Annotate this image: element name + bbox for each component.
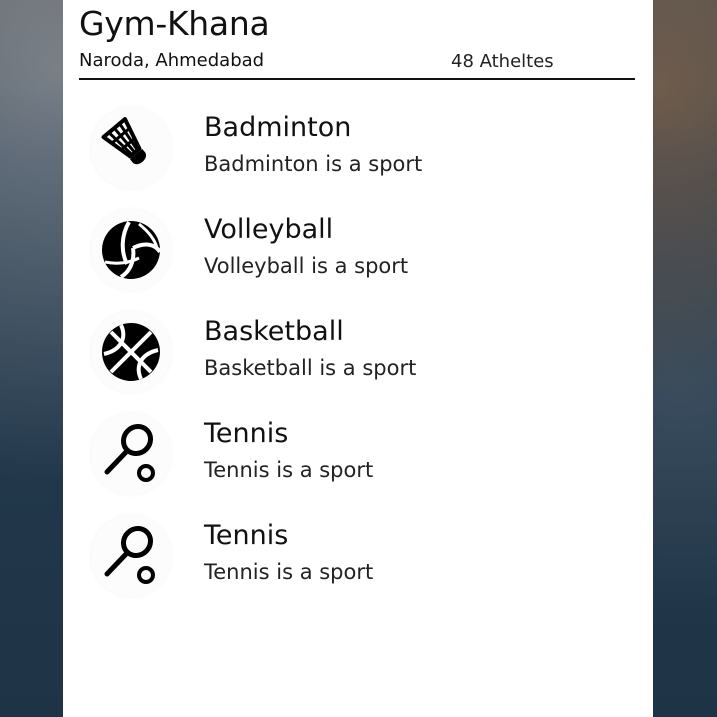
list-item-tennis[interactable]: Tennis Tennis is a sport (63, 404, 653, 504)
sport-name: Tennis (204, 418, 289, 449)
list-item-badminton[interactable]: Badminton Badminton is a sport (63, 98, 653, 198)
gym-location: Naroda, Ahmedabad (79, 50, 265, 71)
sport-name: Volleyball (204, 214, 334, 245)
sport-description: Basketball is a sport (204, 356, 417, 380)
volleyball-icon (91, 210, 171, 290)
tennis-racket-icon (91, 516, 171, 596)
card-header: Gym-Khana Naroda, Ahmedabad 48 Atheltes (79, 0, 635, 80)
sport-description: Tennis is a sport (204, 560, 374, 584)
shuttlecock-icon (91, 108, 171, 188)
sport-name: Tennis (204, 520, 289, 551)
sport-name: Basketball (204, 316, 344, 347)
athlete-count: 48 Atheltes (451, 51, 554, 72)
sport-name: Badminton (204, 112, 352, 143)
list-item-volleyball[interactable]: Volleyball Volleyball is a sport (63, 200, 653, 300)
tennis-racket-icon (91, 414, 171, 494)
sport-description: Tennis is a sport (204, 458, 374, 482)
gym-title: Gym-Khana (79, 4, 270, 43)
sport-description: Volleyball is a sport (204, 254, 409, 278)
list-item-basketball[interactable]: Basketball Basketball is a sport (63, 302, 653, 402)
gym-card: Gym-Khana Naroda, Ahmedabad 48 Atheltes (63, 0, 653, 717)
sport-description: Badminton is a sport (204, 152, 423, 176)
list-item-tennis[interactable]: Tennis Tennis is a sport (63, 506, 653, 606)
basketball-icon (91, 312, 171, 392)
